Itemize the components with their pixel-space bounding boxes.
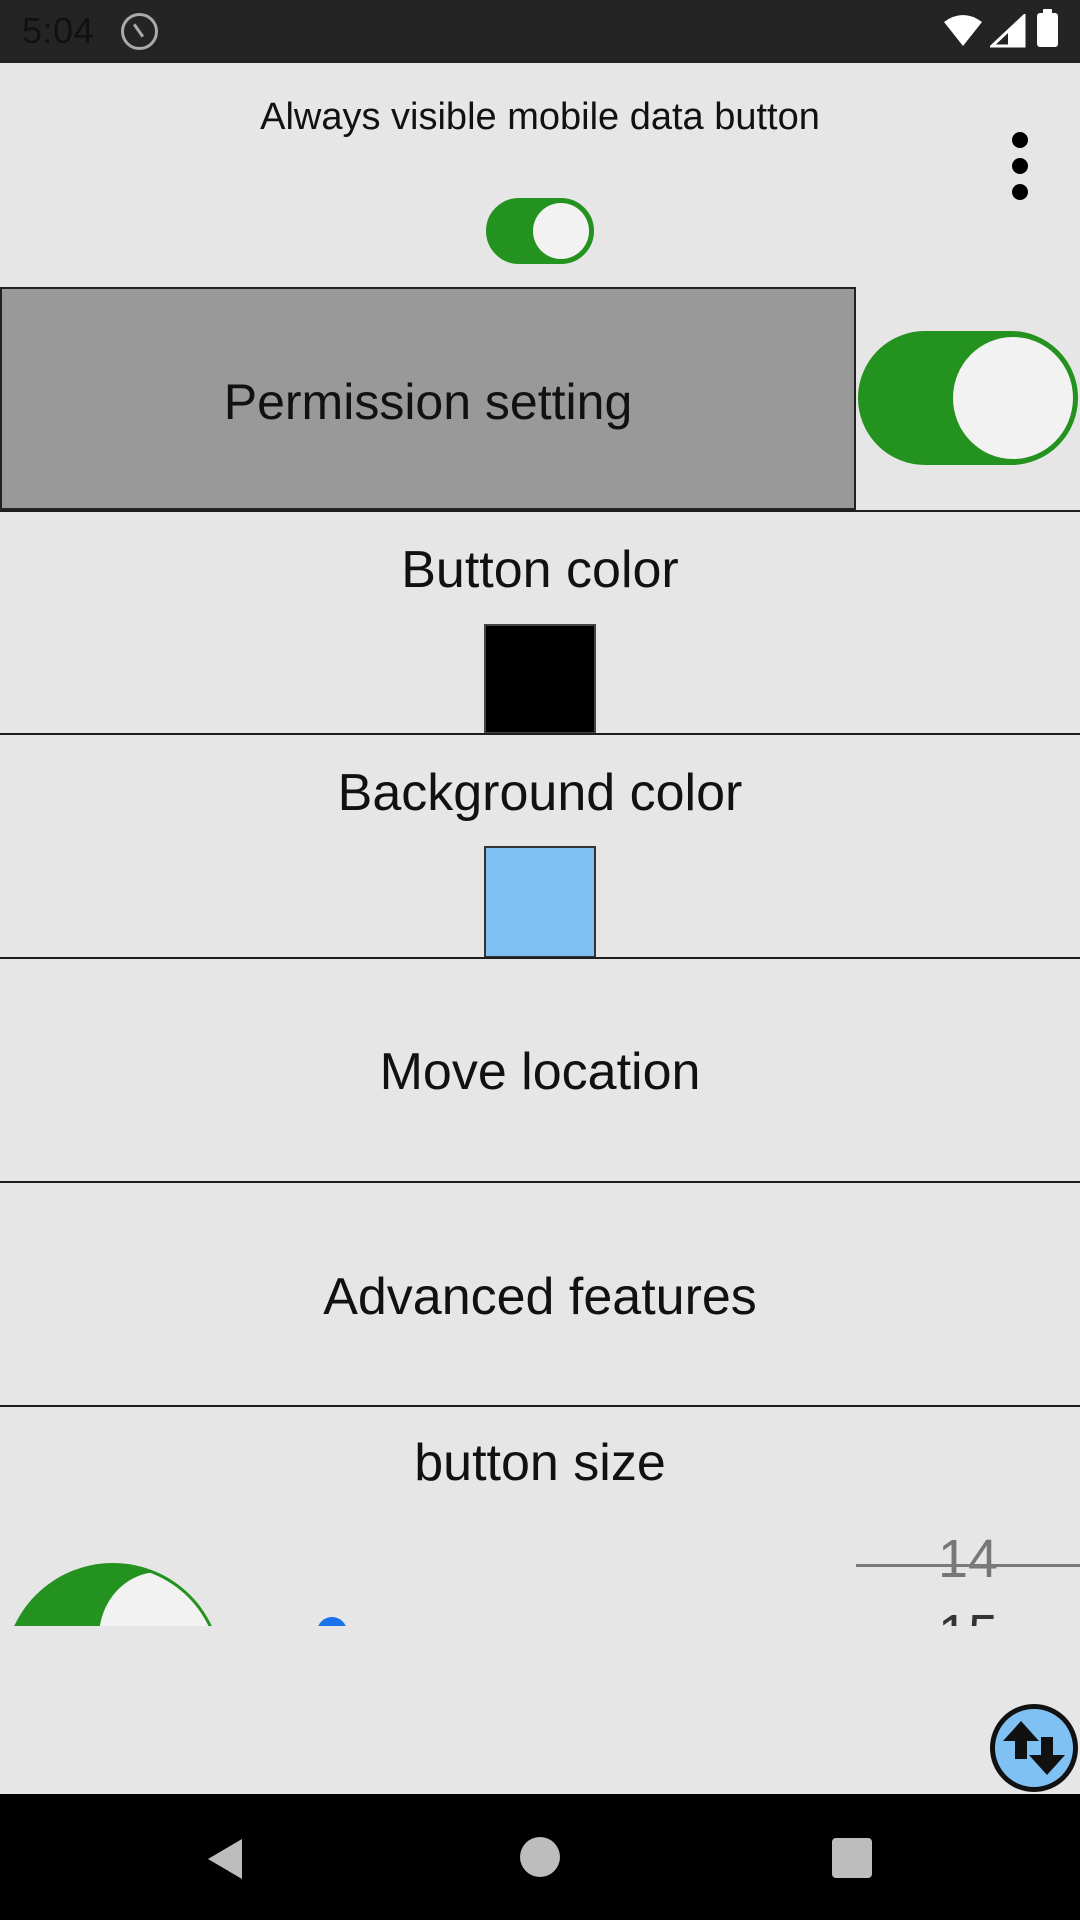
back-icon[interactable] xyxy=(204,1835,246,1883)
background-color-swatch[interactable] xyxy=(484,846,596,958)
status-time: 5:04 xyxy=(22,10,95,51)
advanced-features-label: Advanced features xyxy=(323,1268,757,1326)
size-picker-value[interactable]: 14 xyxy=(856,1528,1080,1590)
status-bar xyxy=(0,0,1080,63)
toggle-knob xyxy=(953,337,1073,459)
mobile-data-button-toggle[interactable] xyxy=(486,198,594,264)
overflow-menu-icon[interactable] xyxy=(996,128,1044,204)
header-title: Always visible mobile data button xyxy=(260,96,820,138)
content-clip-area xyxy=(0,1626,1080,1794)
button-size-label: button size xyxy=(414,1434,666,1492)
permission-toggle[interactable] xyxy=(858,331,1078,465)
divider xyxy=(0,510,1080,512)
permission-setting-label: Permission setting xyxy=(223,374,633,430)
battery-icon xyxy=(1037,9,1058,47)
button-color-swatch[interactable] xyxy=(484,624,596,734)
background-color-label: Background color xyxy=(337,764,743,822)
divider xyxy=(0,1405,1080,1407)
signal-icon xyxy=(990,14,1026,48)
divider xyxy=(0,733,1080,735)
recents-icon[interactable] xyxy=(832,1838,872,1878)
sync-icon xyxy=(121,13,158,50)
swap-vertical-icon xyxy=(1003,1721,1065,1775)
button-color-label: Button color xyxy=(401,541,679,599)
move-location-label: Move location xyxy=(379,1043,701,1101)
wifi-icon xyxy=(944,15,982,46)
floating-data-button[interactable] xyxy=(990,1704,1078,1792)
picker-divider xyxy=(856,1564,1080,1567)
toggle-knob xyxy=(533,203,589,259)
home-icon[interactable] xyxy=(520,1837,560,1877)
